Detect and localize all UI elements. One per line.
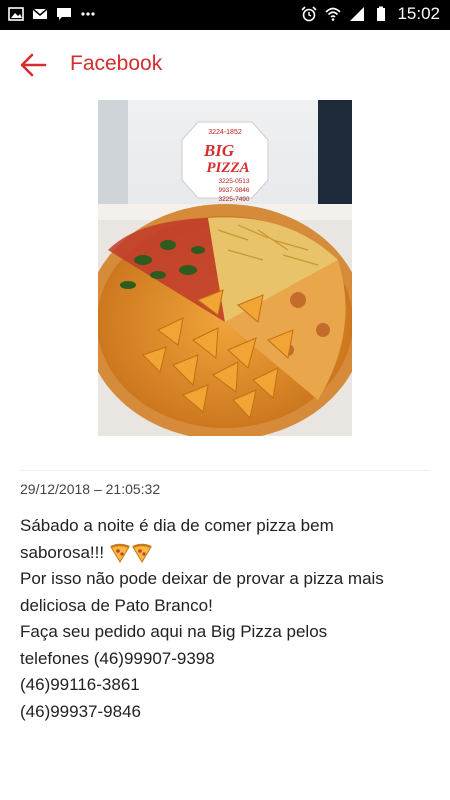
back-arrow-icon[interactable] — [18, 52, 48, 78]
wifi-icon — [325, 7, 342, 21]
pizza-emoji-icon — [110, 543, 130, 563]
pizza-emoji-icon — [132, 543, 152, 563]
post-line: deliciosa de Pato Branco! — [20, 595, 213, 615]
image-icon — [8, 7, 24, 21]
post-timestamp: 29/12/2018 – 21:05:32 — [20, 481, 161, 497]
battery-icon — [377, 6, 386, 21]
page-title: Facebook — [70, 52, 163, 75]
post-line: Por isso não pode deixar de provar a piz… — [20, 569, 384, 588]
box-phone-3: 3225-7490 — [218, 196, 249, 203]
post-line: (46)99116-3861 — [20, 675, 140, 694]
post-line-with-emoji: saborosa!!! — [20, 540, 430, 567]
mail-icon — [32, 8, 48, 19]
app-bar: Facebook — [0, 30, 450, 100]
pizza-box-logo: 3224-1852 BIG PIZZA 3225-0513 9937-9846 … — [181, 121, 269, 203]
post-line: (46)99937-9846 — [20, 701, 141, 721]
alarm-icon — [301, 6, 318, 22]
chat-icon — [57, 8, 71, 20]
box-phone-1: 3225-0513 — [218, 178, 249, 185]
status-time: 15:02 — [397, 4, 440, 23]
signal-icon — [350, 7, 365, 21]
box-brand-pizza: PIZZA — [206, 160, 249, 176]
box-brand-big: BIG — [203, 141, 235, 160]
post-line: Faça seu pedido aqui na Big Pizza pelos — [20, 622, 328, 641]
pizza-photo[interactable]: 3224-1852 BIG PIZZA 3225-0513 9937-9846 … — [98, 100, 352, 436]
post-line: telefones (46)99907-9398 — [20, 648, 215, 668]
post-text[interactable]: Sábado a noite é dia de comer pizza bem … — [20, 513, 430, 725]
status-bar: 15:02 — [0, 0, 450, 30]
divider — [20, 470, 430, 471]
box-phone-2: 9937-9846 — [218, 187, 249, 194]
box-phone-top: 3224-1852 — [208, 129, 242, 136]
post-line: Sábado a noite é dia de comer pizza bem — [20, 516, 334, 535]
post-line: saborosa!!! — [20, 542, 105, 562]
more-dots-icon — [81, 12, 95, 16]
